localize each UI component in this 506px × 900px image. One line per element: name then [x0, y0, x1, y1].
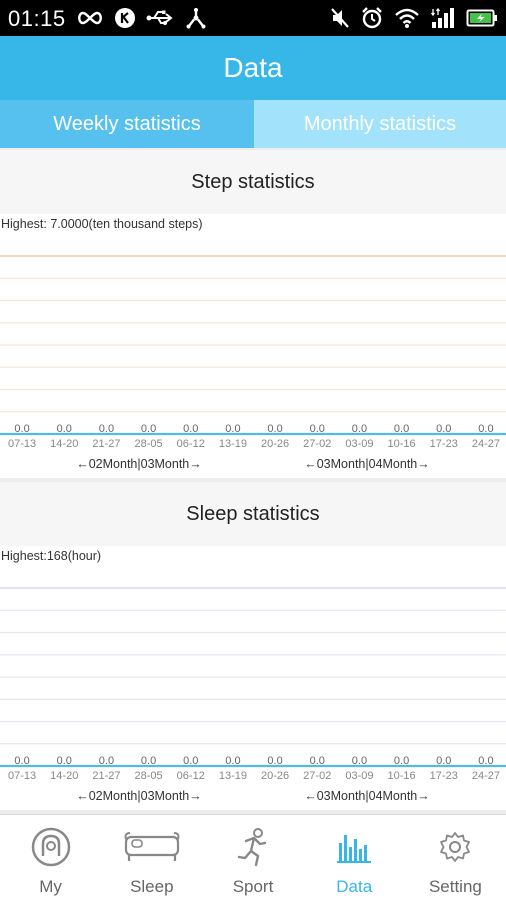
bottom-navigation: My Sleep Sport Data Setting: [0, 814, 506, 900]
gear-icon: [439, 827, 471, 867]
sleep-month-range-label: ←02Month|03Month→: [76, 789, 202, 803]
sleep-value-label: 0.0: [436, 755, 451, 767]
step-x-tick-label: 24-27: [472, 438, 500, 450]
tether-icon: [184, 4, 208, 32]
sleep-x-tick-label: 21-27: [92, 770, 120, 782]
step-x-tick-label: 06-12: [177, 438, 205, 450]
step-x-tick-label: 27-02: [303, 438, 331, 450]
sleep-x-tick-label: 14-20: [50, 770, 78, 782]
nav-setting[interactable]: Setting: [405, 815, 506, 900]
usb-icon: [146, 4, 174, 32]
step-value-label: 0.0: [225, 423, 240, 435]
step-x-tick-label: 03-09: [345, 438, 373, 450]
nav-data-label: Data: [336, 877, 373, 896]
step-highest-label: Highest: 7.0000(ten thousand steps): [1, 217, 203, 231]
title-bar: Data: [0, 36, 506, 100]
step-value-label: 0.0: [478, 423, 493, 435]
step-chart: Highest: 7.0000(ten thousand steps) 0.0 07…: [0, 214, 506, 478]
k-circle-icon: [114, 4, 136, 32]
signal-icon: [430, 4, 456, 32]
step-value-label: 0.0: [436, 423, 451, 435]
sleep-value-label: 0.0: [141, 755, 156, 767]
sleep-x-tick-label: 13-19: [219, 770, 247, 782]
sleep-x-tick-label: 24-27: [472, 770, 500, 782]
sleep-value-label: 0.0: [225, 755, 240, 767]
step-value-label: 0.0: [310, 423, 325, 435]
sleep-chart: Highest:168(hour) 0.0 07-13 0.0 14-20 0.0 21-2…: [0, 546, 506, 810]
sleep-x-tick-label: 10-16: [388, 770, 416, 782]
sleep-x-tick-label: 07-13: [8, 770, 36, 782]
sleep-x-tick-label: 20-26: [261, 770, 289, 782]
bar-chart-icon: [337, 827, 372, 867]
nav-sleep[interactable]: Sleep: [101, 815, 202, 900]
step-x-tick-label: 17-23: [430, 438, 458, 450]
step-statistics-title: Step statistics: [0, 150, 506, 214]
wifi-icon: [394, 4, 420, 32]
running-person-icon: [236, 827, 270, 867]
sleep-value-label: 0.0: [14, 755, 29, 767]
sleep-statistics-card: Sleep statistics Highest:168(hour) 0.0 07-…: [0, 482, 506, 810]
sleep-value-label: 0.0: [310, 755, 325, 767]
nav-sport-label: Sport: [232, 877, 274, 896]
alarm-icon: [360, 4, 384, 32]
step-x-tick-label: 28-05: [135, 438, 163, 450]
step-x-tick-label: 20-26: [261, 438, 289, 450]
status-bar: 01:15: [0, 0, 506, 36]
tab-weekly-statistics[interactable]: Weekly statistics: [0, 100, 254, 148]
step-value-label: 0.0: [267, 423, 282, 435]
tab-monthly-statistics[interactable]: Monthly statistics: [254, 100, 506, 148]
step-x-tick-label: 13-19: [219, 438, 247, 450]
step-x-tick-label: 10-16: [388, 438, 416, 450]
sleep-statistics-title: Sleep statistics: [0, 482, 506, 546]
bed-icon: [123, 827, 181, 867]
sleep-value-label: 0.0: [352, 755, 367, 767]
step-value-label: 0.0: [99, 423, 114, 435]
step-x-tick-label: 14-20: [50, 438, 78, 450]
step-x-tick-label: 07-13: [8, 438, 36, 450]
profile-icon: [30, 827, 72, 867]
nav-sleep-label: Sleep: [130, 877, 174, 896]
statistics-tabs: Weekly statistics Monthly statistics: [0, 100, 506, 148]
sleep-value-label: 0.0: [183, 755, 198, 767]
sleep-x-tick-label: 17-23: [430, 770, 458, 782]
page-title: Data: [223, 52, 283, 83]
sleep-value-label: 0.0: [478, 755, 493, 767]
infinity-icon: [76, 4, 104, 32]
nav-sport[interactable]: Sport: [202, 815, 303, 900]
nav-my-label: My: [39, 877, 62, 896]
step-month-range-label: ←03Month|04Month→: [304, 457, 430, 471]
step-value-label: 0.0: [352, 423, 367, 435]
nav-setting-label: Setting: [428, 877, 482, 896]
mute-icon: [330, 4, 350, 32]
step-x-tick-label: 21-27: [92, 438, 120, 450]
sleep-month-range-label: ←03Month|04Month→: [304, 789, 430, 803]
step-statistics-card: Step statistics Highest: 7.0000(ten thou…: [0, 150, 506, 478]
sleep-value-label: 0.0: [267, 755, 282, 767]
nav-data[interactable]: Data: [304, 815, 405, 900]
sleep-value-label: 0.0: [394, 755, 409, 767]
step-value-label: 0.0: [394, 423, 409, 435]
status-time: 01:15: [8, 6, 66, 31]
step-value-label: 0.0: [57, 423, 72, 435]
sleep-value-label: 0.0: [99, 755, 114, 767]
step-value-label: 0.0: [14, 423, 29, 435]
sleep-highest-label: Highest:168(hour): [1, 549, 101, 563]
battery-charging-icon: [466, 4, 498, 32]
sleep-x-tick-label: 06-12: [177, 770, 205, 782]
step-value-label: 0.0: [141, 423, 156, 435]
nav-my[interactable]: My: [0, 815, 101, 900]
sleep-value-label: 0.0: [57, 755, 72, 767]
sleep-x-tick-label: 27-02: [303, 770, 331, 782]
step-value-label: 0.0: [183, 423, 198, 435]
sleep-x-tick-label: 28-05: [135, 770, 163, 782]
sleep-x-tick-label: 03-09: [345, 770, 373, 782]
step-month-range-label: ←02Month|03Month→: [76, 457, 202, 471]
